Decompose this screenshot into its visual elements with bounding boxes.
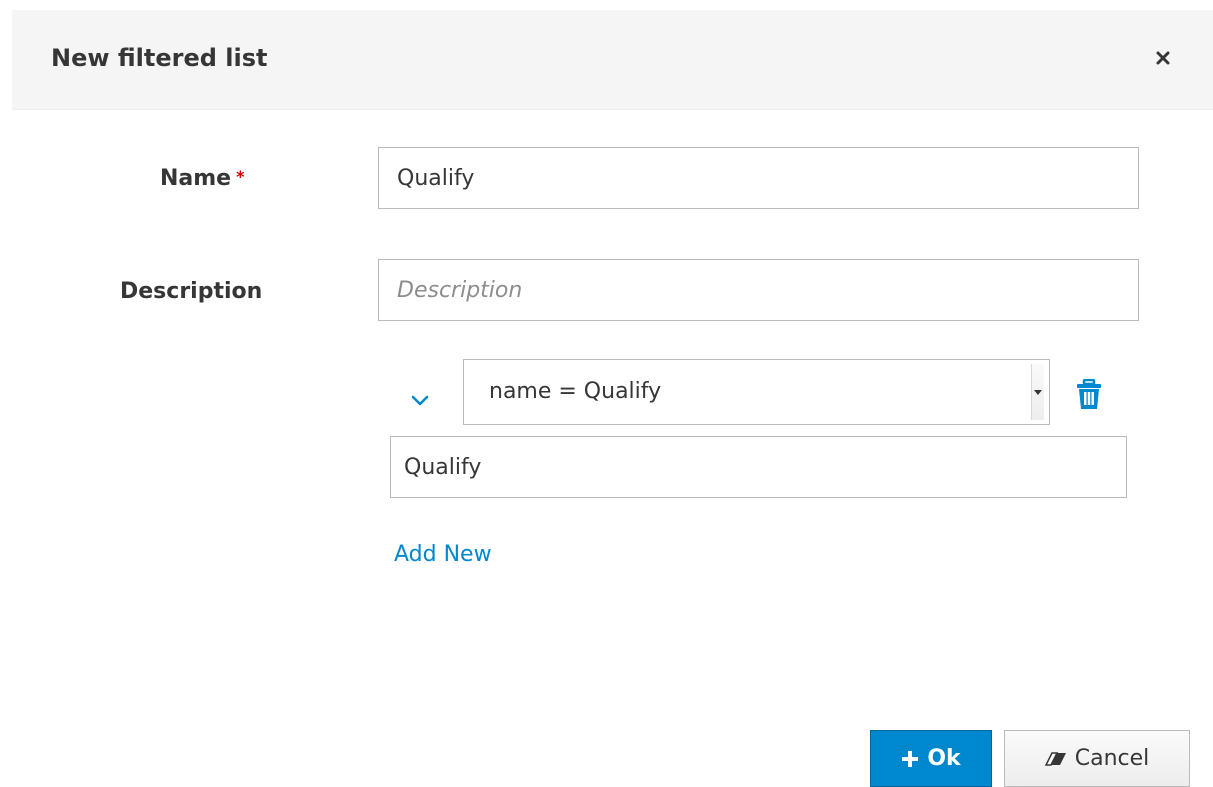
name-label: Name * [160,164,244,194]
plus-icon [902,750,919,767]
eraser-icon [1044,751,1066,766]
name-label-text: Name [160,166,232,191]
dialog-title: New filtered list [51,44,268,72]
required-marker: * [236,167,245,186]
filter-collapse-toggle[interactable] [405,386,435,416]
filter-select-value: name = Qualify [489,379,662,404]
ok-button[interactable]: Ok [870,730,992,787]
close-button[interactable] [1151,46,1175,70]
name-input[interactable] [378,147,1139,209]
filter-value-input[interactable] [390,436,1127,498]
description-label: Description [120,279,263,304]
add-new-link[interactable]: Add New [394,540,492,570]
trash-icon [1077,378,1101,409]
cancel-button-label: Cancel [1074,746,1150,771]
new-filtered-list-dialog: New filtered list Name* Description name… [12,10,1213,787]
close-icon [1156,51,1170,65]
ok-button-label: Ok [927,746,961,771]
cancel-button[interactable]: Cancel [1004,730,1190,787]
description-input[interactable] [378,259,1139,321]
delete-filter-button[interactable] [1075,378,1103,411]
dialog-header: New filtered list [12,10,1213,110]
chevron-down-icon [411,395,429,406]
select-arrow-icon [1031,364,1044,420]
filter-select[interactable]: name = Qualify [463,359,1050,425]
